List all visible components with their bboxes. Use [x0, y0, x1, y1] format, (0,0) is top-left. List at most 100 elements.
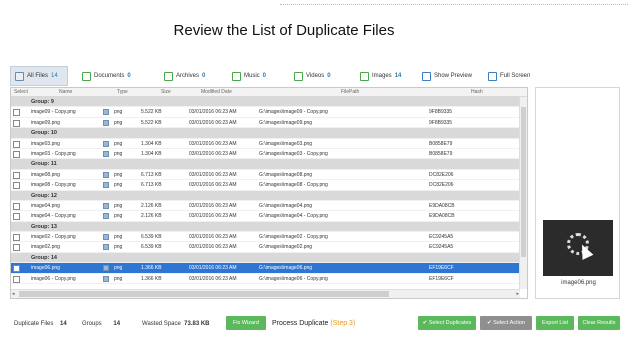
group-header-row: Group: 14: [11, 252, 520, 264]
cell-size: 6.713 KB: [141, 182, 162, 189]
cell-path: G:\images\image04 - Copy.png: [259, 213, 328, 220]
tab-documents-count: 0: [127, 73, 131, 79]
group-header-row: Group: 13: [11, 221, 520, 233]
full-screen-label: Full Screen: [500, 73, 531, 79]
vertical-scrollbar[interactable]: [519, 97, 527, 289]
header-select[interactable]: Select: [14, 89, 28, 95]
cell-name: image06.png: [31, 265, 60, 272]
cell-type: png: [114, 182, 123, 189]
cell-path: G:\images\image08.png: [259, 171, 313, 178]
table-row[interactable]: image04 - Copy.png png 2.126 KB 03/01/2016 …: [11, 211, 520, 222]
png-file-icon: [103, 244, 109, 251]
full-screen-toggle[interactable]: Full Screen: [488, 66, 530, 86]
scroll-left-icon[interactable]: ◂: [12, 291, 15, 297]
cell-modified: 03/01/2016 06:23 AM: [189, 182, 237, 189]
cell-path: G:\images\image09.png: [259, 119, 313, 126]
tab-all-files-label: All Files: [27, 73, 49, 79]
row-checkbox[interactable]: [13, 171, 20, 179]
cell-name: image03.png: [31, 140, 60, 147]
table-row[interactable]: image02.png png 6.539 KB 03/01/2016 06:23 A…: [11, 242, 520, 253]
cell-modified: 03/01/2016 06:23 AM: [189, 109, 237, 116]
horizontal-scrollbar[interactable]: ◂ ▸: [11, 289, 520, 298]
horizontal-scroll-thumb[interactable]: [19, 291, 389, 297]
cell-path: G:\images\image06 - Copy.png: [259, 275, 328, 282]
group-label: Group: 12: [31, 192, 57, 199]
row-checkbox[interactable]: [13, 150, 20, 158]
preview-panel: image06.png: [535, 87, 620, 299]
table-row[interactable]: image03 - Copy.png png 1.304 KB 03/01/2016 …: [11, 149, 520, 160]
group-header-row: Group: 9: [11, 97, 520, 108]
tab-videos-count: 0: [327, 73, 331, 79]
table-row[interactable]: image09 - Copy.png png 5.522 KB 03/01/2016 …: [11, 107, 520, 118]
table-row[interactable]: image09.png png 5.522 KB 03/01/2016 06:23 A…: [11, 118, 520, 129]
cell-name: image02.png: [31, 244, 60, 251]
cell-name: image08.png: [31, 171, 60, 178]
table-row[interactable]: image02 - Copy.png png 6.539 KB 03/01/2016 …: [11, 232, 520, 243]
show-preview-toggle[interactable]: Show Preview: [422, 66, 472, 86]
cell-name: image08 - Copy.png: [31, 182, 76, 189]
row-checkbox[interactable]: [13, 244, 20, 252]
image-icon: [360, 71, 369, 81]
cell-type: png: [114, 265, 123, 272]
table-row[interactable]: image06.png png 1.366 KB 03/01/2016 06:23 A…: [11, 263, 520, 274]
cell-name: image02 - Copy.png: [31, 234, 76, 241]
cell-modified: 03/01/2016 06:23 AM: [189, 265, 237, 272]
cell-hash: EF19E6CF: [429, 265, 454, 272]
cell-path: G:\images\image03.png: [259, 140, 313, 147]
row-checkbox[interactable]: [13, 140, 20, 148]
table-row[interactable]: image03.png png 1.304 KB 03/01/2016 06:23 A…: [11, 139, 520, 149]
header-type[interactable]: Type: [117, 89, 128, 95]
clear-results-button[interactable]: Clear Results: [578, 316, 620, 330]
table-row[interactable]: image06 - Copy.png png 1.366 KB 03/01/2016 …: [11, 274, 520, 285]
table-header: Select Name Type Size Modified Date File…: [11, 88, 527, 97]
cell-hash: EC9245A5: [429, 234, 454, 241]
cell-size: 1.366 KB: [141, 265, 162, 272]
table-row[interactable]: image08.png png 6.713 KB 03/01/2016 06:23 A…: [11, 170, 520, 181]
cell-name: image04 - Copy.png: [31, 213, 76, 220]
header-size[interactable]: Size: [161, 89, 171, 95]
header-hash[interactable]: Hash: [471, 89, 483, 95]
table-row[interactable]: image08 - Copy.png png 6.713 KB 03/01/2016 …: [11, 180, 520, 191]
row-checkbox[interactable]: [13, 109, 20, 117]
row-checkbox[interactable]: [13, 275, 20, 283]
png-file-icon: [103, 213, 109, 220]
cell-size: 6.539 KB: [141, 244, 162, 251]
row-checkbox[interactable]: [13, 213, 20, 221]
tab-images[interactable]: Images 14: [360, 66, 401, 86]
select-action-button[interactable]: ✔ Select Action: [480, 316, 532, 330]
cell-hash: DC82E206: [429, 171, 454, 178]
tab-all-files[interactable]: All Files 14: [10, 66, 68, 86]
duplicate-files-stat: Duplicate Files 14: [14, 321, 67, 327]
png-file-icon: [103, 150, 109, 157]
cell-hash: EC9245A5: [429, 244, 454, 251]
process-duplicate-label: Process Duplicate (Step 3): [272, 320, 355, 327]
cell-name: image09.png: [31, 119, 60, 126]
tab-music[interactable]: Music 0: [232, 66, 266, 86]
vertical-scroll-thumb[interactable]: [521, 107, 526, 257]
tab-documents-label: Documents: [94, 73, 125, 79]
cell-type: png: [114, 213, 123, 220]
export-list-button[interactable]: Export List: [536, 316, 574, 330]
row-checkbox[interactable]: [13, 202, 20, 210]
row-checkbox[interactable]: [13, 119, 20, 127]
select-duplicates-label: Select Duplicates: [428, 320, 472, 326]
tab-archives-count: 0: [202, 73, 206, 79]
fix-wizard-button[interactable]: Fix Wizard: [226, 316, 266, 330]
row-checkbox[interactable]: [13, 265, 20, 273]
tab-videos[interactable]: Videos 0: [294, 66, 331, 86]
header-name[interactable]: Name: [59, 89, 72, 95]
select-duplicates-button[interactable]: ✔ Select Duplicates: [418, 316, 476, 330]
page-heading: Review the List of Duplicate Files: [173, 22, 395, 39]
cell-hash: 9F8B9335: [429, 119, 453, 126]
row-checkbox[interactable]: [13, 234, 20, 242]
table-row[interactable]: image04.png png 2.126 KB 03/01/2016 06:23 A…: [11, 201, 520, 212]
tab-archives[interactable]: Archives 0: [164, 66, 205, 86]
header-filepath[interactable]: FilePath: [341, 89, 359, 95]
header-modified[interactable]: Modified Date: [201, 89, 232, 95]
scroll-right-icon[interactable]: ▸: [516, 291, 519, 297]
tab-videos-label: Videos: [306, 73, 325, 79]
cell-hash: DC82E206: [429, 182, 454, 189]
row-checkbox[interactable]: [13, 182, 20, 190]
cell-hash: B0858E79: [429, 140, 453, 147]
tab-documents[interactable]: Documents 0: [82, 66, 131, 86]
